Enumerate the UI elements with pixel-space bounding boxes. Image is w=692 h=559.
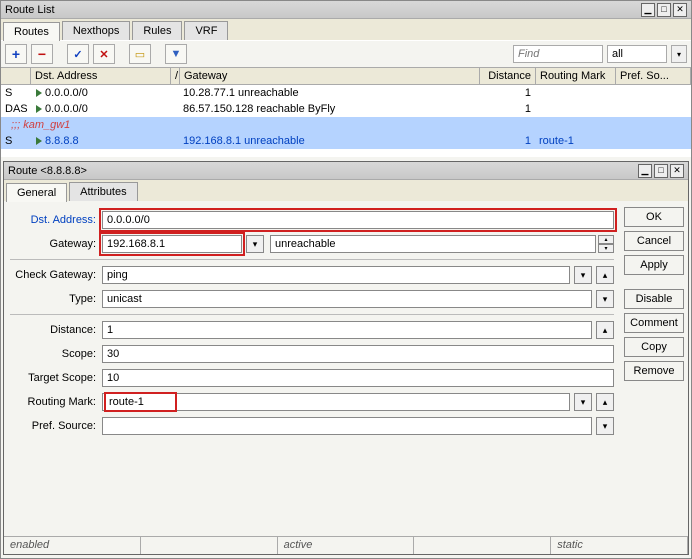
scope-input[interactable]: 30 [102, 345, 614, 363]
tab-routes[interactable]: Routes [3, 22, 60, 41]
gateway-status: unreachable [270, 235, 596, 253]
comment-button[interactable]: ▭ [129, 44, 151, 64]
detail-minimize-button[interactable]: ▁ [638, 164, 652, 178]
distance-label: Distance: [10, 324, 102, 336]
routing-mark-input[interactable]: route-1 [102, 393, 570, 411]
check-gateway-input[interactable]: ping [102, 266, 570, 284]
target-scope-label: Target Scope: [10, 372, 102, 384]
form-left: Dst. Address: 0.0.0.0/0 Gateway: 192.168… [4, 201, 620, 445]
col-flag[interactable] [1, 68, 31, 84]
table-row[interactable]: S 0.0.0.0/0 10.28.77.1 unreachable 1 [1, 85, 691, 101]
tab-attributes[interactable]: Attributes [69, 182, 137, 201]
detail-title: Route <8.8.8.8> [8, 165, 636, 177]
window-title: Route List [5, 4, 639, 16]
tab-vrf[interactable]: VRF [184, 21, 228, 40]
filter-combo[interactable]: all [607, 45, 667, 63]
add-button[interactable]: + [5, 44, 27, 64]
routing-mark-label: Routing Mark: [10, 396, 102, 408]
route-icon [36, 105, 42, 113]
close-button[interactable]: ✕ [673, 3, 687, 17]
detail-tabbar: General Attributes [4, 180, 688, 201]
toolbar: + − ✓ ✕ ▭ ▼ all ▾ [1, 40, 691, 68]
remove-button[interactable]: Remove [624, 361, 684, 381]
route-detail-window: Route <8.8.8.8> ▁ □ ✕ General Attributes… [3, 161, 689, 555]
col-distance[interactable]: Distance [480, 68, 536, 84]
tab-nexthops[interactable]: Nexthops [62, 21, 130, 40]
col-sort-icon[interactable]: / [171, 68, 180, 84]
col-dst[interactable]: Dst. Address [31, 68, 171, 84]
disable-button[interactable]: Disable [624, 289, 684, 309]
check-gateway-label: Check Gateway: [10, 269, 102, 281]
detail-close-button[interactable]: ✕ [670, 164, 684, 178]
find-input[interactable] [513, 45, 603, 63]
minimize-button[interactable]: ▁ [641, 3, 655, 17]
status-2 [141, 537, 278, 554]
titlebar: Route List ▁ □ ✕ [1, 1, 691, 19]
remove-button[interactable]: − [31, 44, 53, 64]
enable-button[interactable]: ✓ [67, 44, 89, 64]
status-enabled: enabled [4, 537, 141, 554]
pref-source-input[interactable] [102, 417, 592, 435]
target-scope-input[interactable]: 10 [102, 369, 614, 387]
pref-source-label: Pref. Source: [10, 420, 102, 432]
status-active: active [278, 537, 415, 554]
detail-maximize-button[interactable]: □ [654, 164, 668, 178]
check-dropdown-icon[interactable]: ▾ [574, 266, 592, 284]
table-row[interactable]: DAS 0.0.0.0/0 86.57.150.128 reachable By… [1, 101, 691, 117]
tab-rules[interactable]: Rules [132, 21, 182, 40]
apply-button[interactable]: Apply [624, 255, 684, 275]
filter-dropdown-icon[interactable]: ▾ [671, 45, 687, 63]
type-input[interactable]: unicast [102, 290, 592, 308]
distance-input[interactable]: 1 [102, 321, 592, 339]
tab-general[interactable]: General [6, 183, 67, 202]
col-pref-source[interactable]: Pref. So... [616, 68, 691, 84]
form-area: Dst. Address: 0.0.0.0/0 Gateway: 192.168… [4, 201, 688, 445]
main-tabbar: Routes Nexthops Rules VRF [1, 19, 691, 40]
cancel-button[interactable]: Cancel [624, 231, 684, 251]
maximize-button[interactable]: □ [657, 3, 671, 17]
detail-titlebar: Route <8.8.8.8> ▁ □ ✕ [4, 162, 688, 180]
comment-button[interactable]: Comment [624, 313, 684, 333]
mark-dropdown-icon[interactable]: ▾ [574, 393, 592, 411]
button-column: OK Cancel Apply Disable Comment Copy Rem… [620, 201, 688, 445]
gateway-label: Gateway: [10, 238, 102, 250]
type-label: Type: [10, 293, 102, 305]
table-row-selected[interactable]: S 8.8.8.8 192.168.8.1 unreachable 1 rout… [1, 133, 691, 149]
ok-button[interactable]: OK [624, 207, 684, 227]
scope-label: Scope: [10, 348, 102, 360]
status-bar: enabled active static [4, 536, 688, 554]
grid-body: S 0.0.0.0/0 10.28.77.1 unreachable 1 DAS… [1, 85, 691, 157]
status-4 [414, 537, 551, 554]
route-list-window: Route List ▁ □ ✕ Routes Nexthops Rules V… [0, 0, 692, 559]
disable-button[interactable]: ✕ [93, 44, 115, 64]
gateway-spinner[interactable]: ▴▾ [598, 235, 614, 253]
mark-up-icon[interactable]: ▴ [596, 393, 614, 411]
col-routing-mark[interactable]: Routing Mark [536, 68, 616, 84]
gateway-dropdown-icon[interactable]: ▾ [246, 235, 264, 253]
distance-up-icon[interactable]: ▴ [596, 321, 614, 339]
status-static: static [551, 537, 688, 554]
route-icon [36, 137, 42, 145]
type-dropdown-icon[interactable]: ▾ [596, 290, 614, 308]
grid-header: Dst. Address / Gateway Distance Routing … [1, 68, 691, 85]
check-up-icon[interactable]: ▴ [596, 266, 614, 284]
col-gateway[interactable]: Gateway [180, 68, 480, 84]
dst-input[interactable]: 0.0.0.0/0 [102, 211, 614, 229]
filter-icon[interactable]: ▼ [165, 44, 187, 64]
gateway-input[interactable]: 192.168.8.1 [102, 235, 242, 253]
pref-down-icon[interactable]: ▾ [596, 417, 614, 435]
route-icon [36, 89, 42, 97]
dst-label: Dst. Address: [10, 214, 102, 226]
group-row[interactable]: ;;; kam_gw1 [1, 117, 691, 133]
copy-button[interactable]: Copy [624, 337, 684, 357]
